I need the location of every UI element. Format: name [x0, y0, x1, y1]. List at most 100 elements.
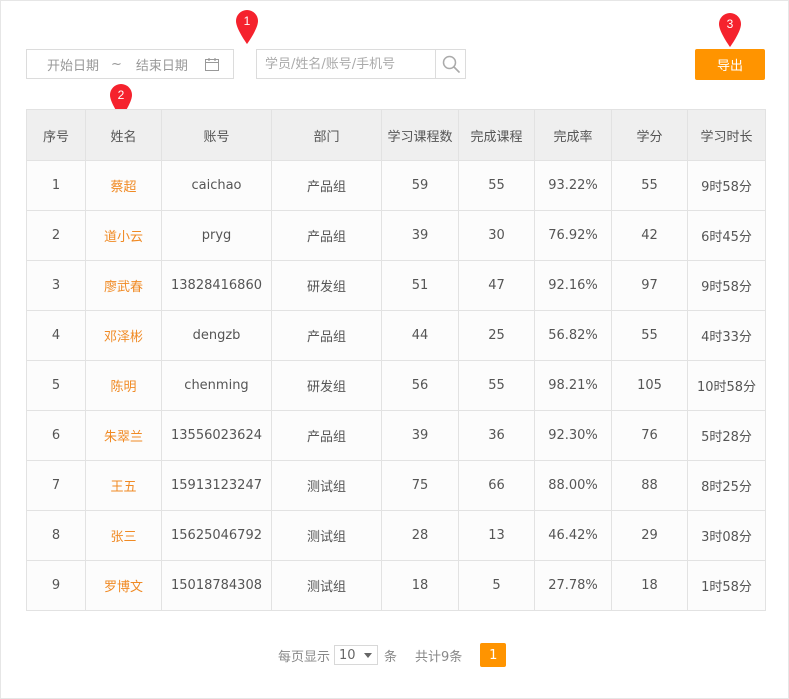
- cell-completion-rate: 46.42%: [534, 510, 612, 561]
- cell-credits: 29: [611, 510, 688, 561]
- cell-name[interactable]: 蔡超: [85, 160, 162, 211]
- cell-credits: 105: [611, 360, 688, 411]
- export-button[interactable]: 导出: [695, 49, 765, 80]
- cell-study-time: 10时58分: [687, 360, 766, 411]
- table-row: 2 道小云 pryg 产品组 39 30 76.92% 42 6时45分: [26, 210, 766, 261]
- col-header-account: 账号: [161, 109, 272, 161]
- table-row: 1 蔡超 caichao 产品组 59 55 93.22% 55 9时58分: [26, 160, 766, 211]
- cell-completed: 36: [458, 410, 535, 461]
- search-icon: [442, 55, 460, 73]
- cell-account: 15625046792: [161, 510, 272, 561]
- cell-department: 产品组: [271, 210, 382, 261]
- total-count: 共计9条: [415, 649, 463, 665]
- cell-completed: 55: [458, 360, 535, 411]
- col-header-department: 部门: [271, 109, 382, 161]
- cell-department: 测试组: [271, 560, 382, 611]
- per-page-select[interactable]: 10: [334, 645, 379, 665]
- cell-department: 研发组: [271, 260, 382, 311]
- cell-completion-rate: 27.78%: [534, 560, 612, 611]
- col-header-credits: 学分: [611, 109, 688, 161]
- cell-completion-rate: 93.22%: [534, 160, 612, 211]
- cell-course-count: 39: [381, 410, 459, 461]
- cell-completion-rate: 56.82%: [534, 310, 612, 361]
- cell-course-count: 75: [381, 460, 459, 511]
- caret-down-icon: [364, 653, 373, 658]
- marker-3: 3: [717, 12, 743, 48]
- cell-completed: 13: [458, 510, 535, 561]
- cell-completion-rate: 88.00%: [534, 460, 612, 511]
- page-button-current[interactable]: 1: [480, 643, 507, 667]
- cell-index: 3: [26, 260, 86, 311]
- cell-index: 8: [26, 510, 86, 561]
- cell-account: pryg: [161, 210, 272, 261]
- cell-index: 6: [26, 410, 86, 461]
- calendar-icon: [205, 58, 219, 71]
- cell-name[interactable]: 王五: [85, 460, 162, 511]
- cell-name[interactable]: 邓泽彬: [85, 310, 162, 361]
- cell-study-time: 9时58分: [687, 260, 766, 311]
- start-date-field[interactable]: 开始日期: [47, 55, 99, 74]
- cell-name[interactable]: 廖武春: [85, 260, 162, 311]
- col-header-course-count: 学习课程数: [381, 109, 459, 161]
- marker-1: 1: [234, 9, 260, 45]
- cell-department: 测试组: [271, 460, 382, 511]
- date-separator: ~: [111, 56, 122, 72]
- cell-course-count: 28: [381, 510, 459, 561]
- per-page-value: 10: [339, 647, 356, 663]
- cell-department: 产品组: [271, 160, 382, 211]
- cell-credits: 42: [611, 210, 688, 261]
- cell-credits: 76: [611, 410, 688, 461]
- cell-study-time: 3时08分: [687, 510, 766, 561]
- table-header-row: 序号 姓名 账号 部门 学习课程数 完成课程 完成率 学分 学习时长: [26, 109, 766, 161]
- cell-index: 5: [26, 360, 86, 411]
- cell-account: 13828416860: [161, 260, 272, 311]
- col-header-completion-rate: 完成率: [534, 109, 612, 161]
- cell-credits: 97: [611, 260, 688, 311]
- cell-index: 1: [26, 160, 86, 211]
- cell-completed: 55: [458, 160, 535, 211]
- cell-study-time: 1时58分: [687, 560, 766, 611]
- cell-department: 测试组: [271, 510, 382, 561]
- pagination: 每页显示 10 条 共计9条 1: [278, 643, 507, 667]
- cell-credits: 55: [611, 310, 688, 361]
- search-input[interactable]: [257, 50, 435, 78]
- col-header-index: 序号: [26, 109, 86, 161]
- cell-course-count: 59: [381, 160, 459, 211]
- cell-completion-rate: 76.92%: [534, 210, 612, 261]
- learning-stats-table: 序号 姓名 账号 部门 学习课程数 完成课程 完成率 学分 学习时长 1 蔡超 ca…: [26, 109, 766, 611]
- table-row: 9 罗博文 15018784308 测试组 18 5 27.78% 18 1时58分: [26, 560, 766, 611]
- cell-study-time: 8时25分: [687, 460, 766, 511]
- cell-name[interactable]: 张三: [85, 510, 162, 561]
- search-button[interactable]: [435, 50, 465, 78]
- table-row: 4 邓泽彬 dengzb 产品组 44 25 56.82% 55 4时33分: [26, 310, 766, 361]
- cell-completed: 47: [458, 260, 535, 311]
- per-page-label: 每页显示: [278, 649, 331, 665]
- cell-name[interactable]: 朱翠兰: [85, 410, 162, 461]
- cell-credits: 18: [611, 560, 688, 611]
- cell-account: dengzb: [161, 310, 272, 361]
- cell-completion-rate: 92.30%: [534, 410, 612, 461]
- end-date-field[interactable]: 结束日期: [136, 55, 188, 74]
- date-range-picker[interactable]: 开始日期 ~ 结束日期: [26, 49, 234, 79]
- cell-account: chenming: [161, 360, 272, 411]
- cell-course-count: 18: [381, 560, 459, 611]
- cell-completion-rate: 98.21%: [534, 360, 612, 411]
- cell-study-time: 6时45分: [687, 210, 766, 261]
- cell-index: 7: [26, 460, 86, 511]
- cell-account: 15018784308: [161, 560, 272, 611]
- cell-name[interactable]: 罗博文: [85, 560, 162, 611]
- cell-completed: 5: [458, 560, 535, 611]
- cell-completion-rate: 92.16%: [534, 260, 612, 311]
- cell-name[interactable]: 道小云: [85, 210, 162, 261]
- col-header-name: 姓名: [85, 109, 162, 161]
- per-page-unit: 条: [384, 649, 398, 665]
- cell-course-count: 39: [381, 210, 459, 261]
- cell-course-count: 51: [381, 260, 459, 311]
- table-row: 7 王五 15913123247 测试组 75 66 88.00% 88 8时25分: [26, 460, 766, 511]
- cell-study-time: 4时33分: [687, 310, 766, 361]
- cell-name[interactable]: 陈明: [85, 360, 162, 411]
- cell-course-count: 56: [381, 360, 459, 411]
- search-box: [256, 49, 466, 79]
- cell-completed: 25: [458, 310, 535, 361]
- cell-study-time: 5时28分: [687, 410, 766, 461]
